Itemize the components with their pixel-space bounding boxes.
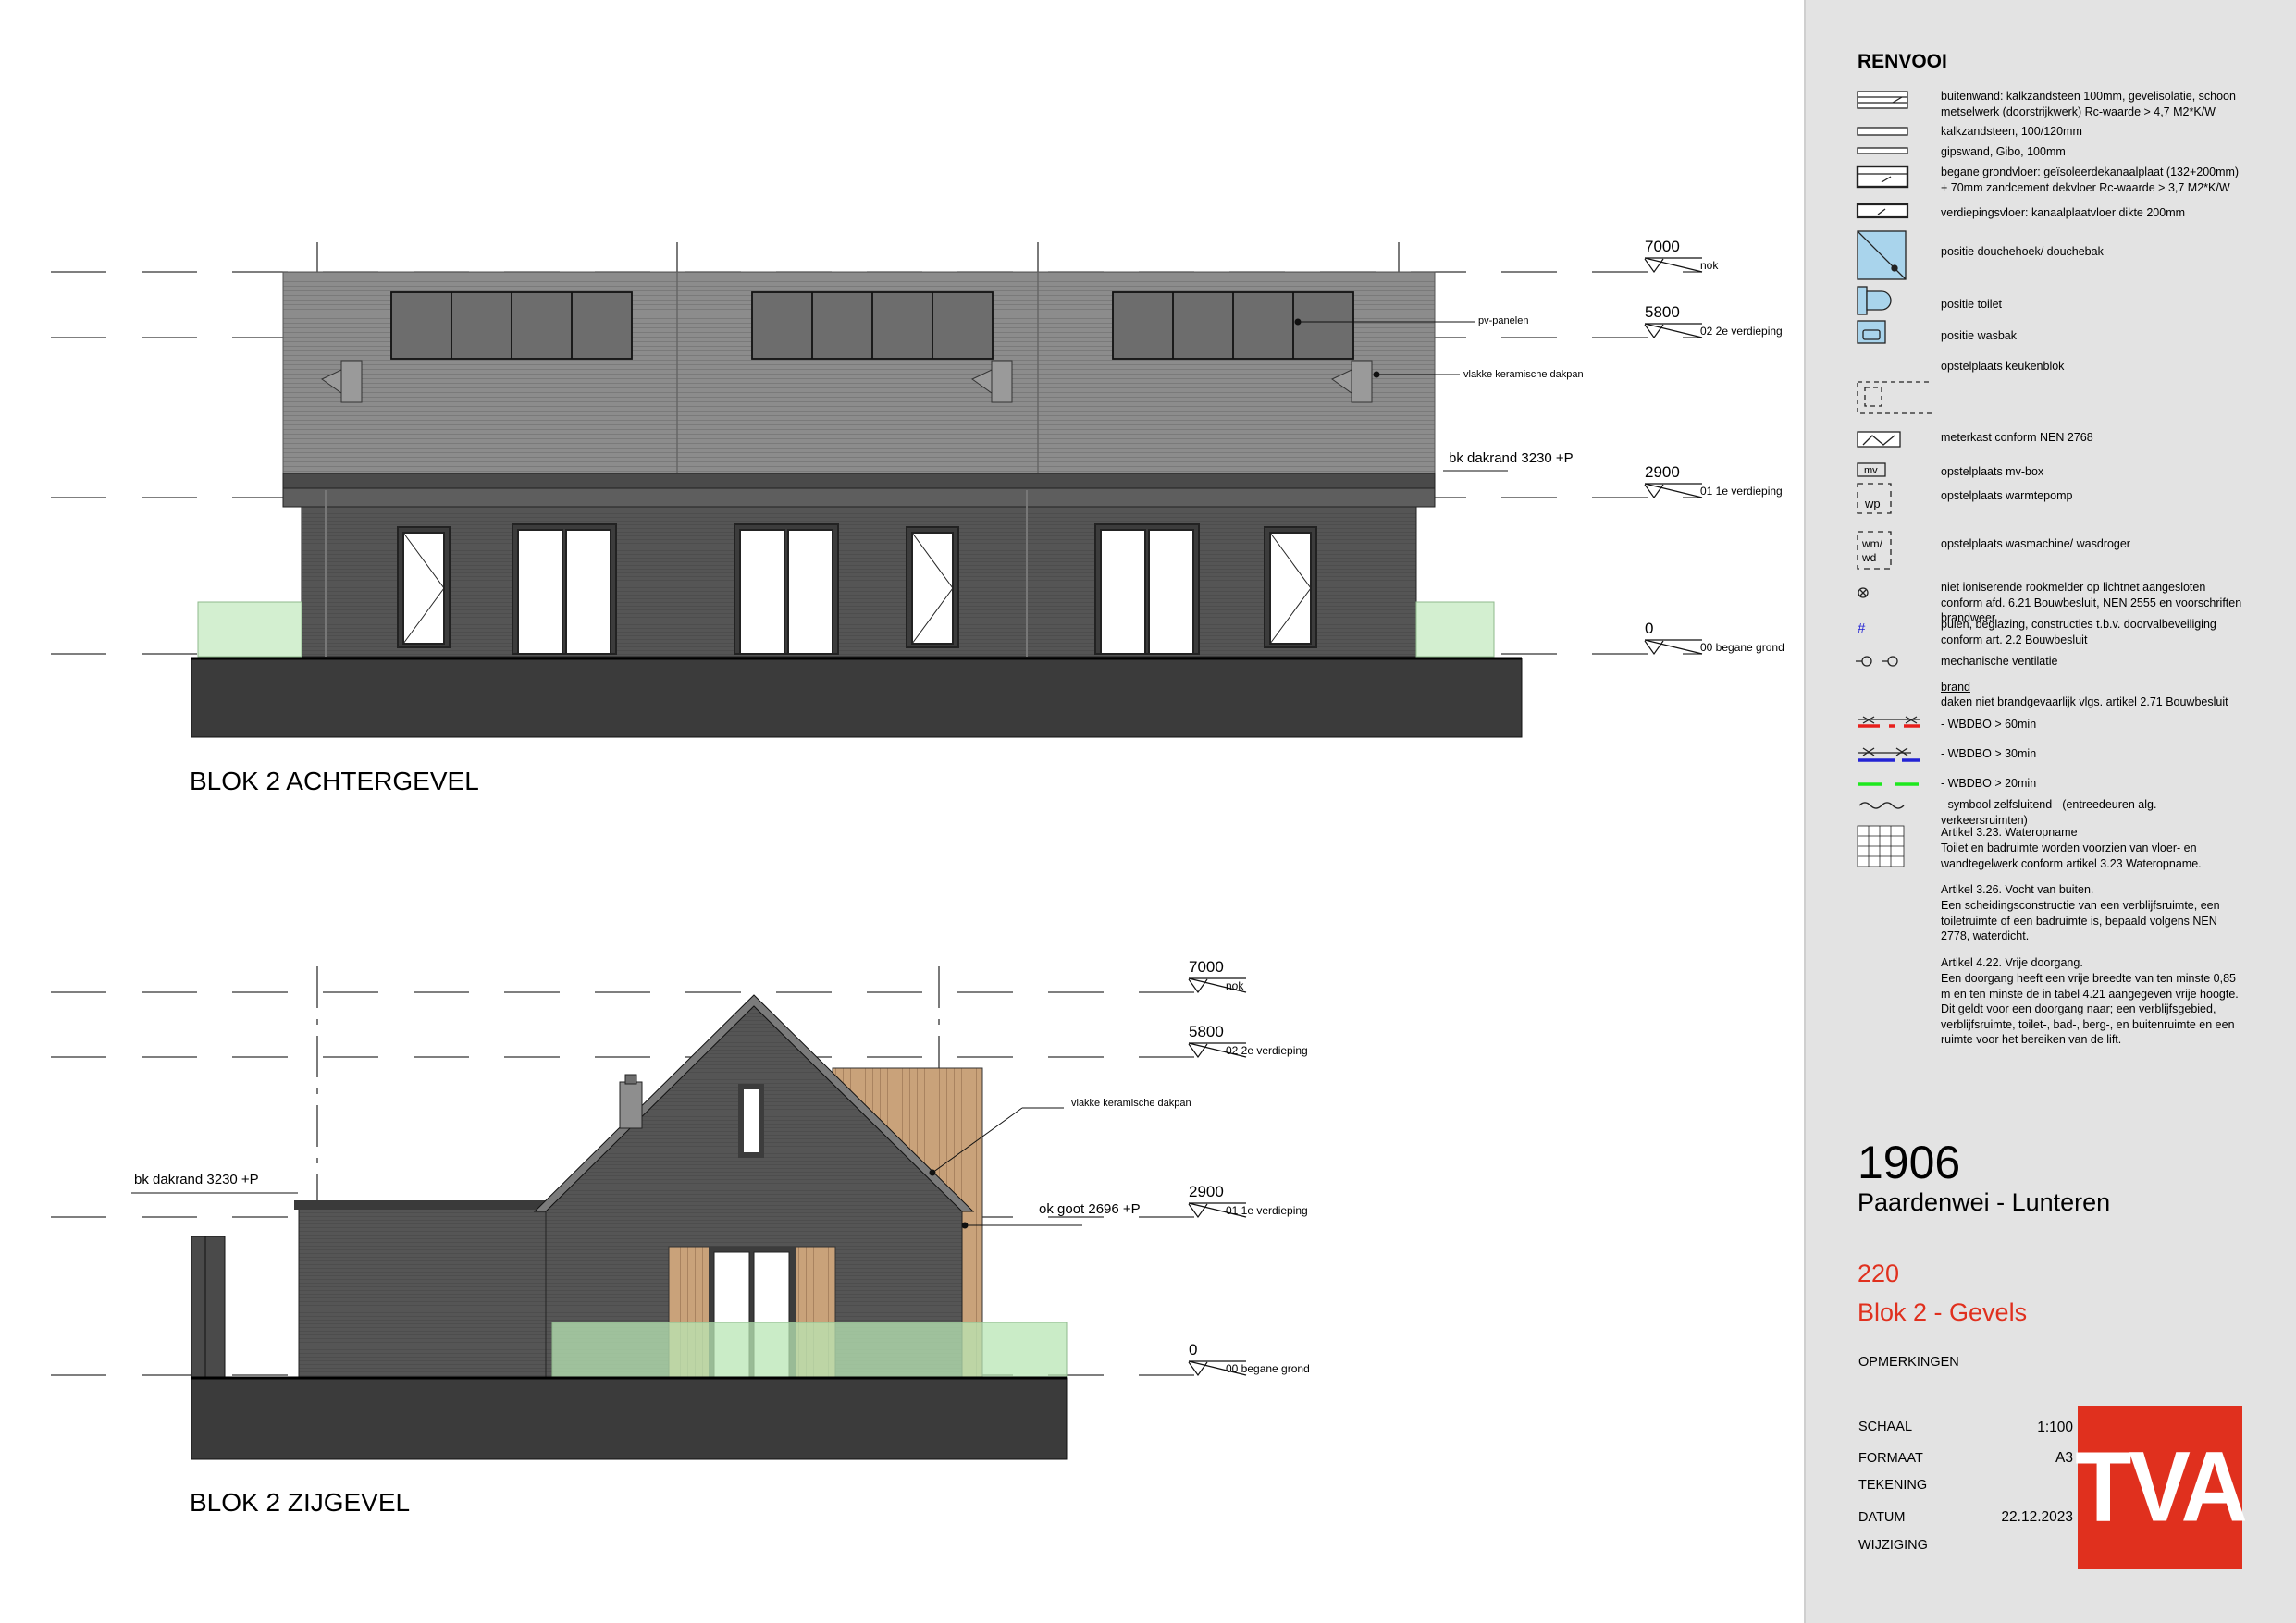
legend-wbdbo-60: - WBDBO > 60min — [1941, 718, 2037, 731]
side-ok-goot-label: ok goot 2696 +P — [1039, 1201, 1141, 1217]
side-level-7000-name: nok — [1226, 979, 1244, 992]
article-3-23-text: Toilet en badruimte worden voorzien van … — [1941, 842, 2202, 870]
project-number: 1906 — [1858, 1137, 1961, 1188]
side-roof-tiles-label: vlakke keramische dakpan — [1071, 1098, 1191, 1109]
legend-item-mv-box: opstelplaats mv-box — [1941, 465, 2044, 478]
rear-level-2900-name: 01 1e verdieping — [1700, 485, 1783, 498]
legend-item-verdiepingsvloer: verdiepingsvloer: kanaalplaatvloer dikte… — [1941, 206, 2186, 219]
keukenblok-symbol — [1857, 381, 1932, 414]
side-level-0: 0 — [1189, 1341, 1198, 1359]
zelfsluitend-symbol — [1858, 802, 1905, 809]
legend-item-meterkast: meterkast conform NEN 2768 — [1941, 431, 2093, 444]
legend-zelfsluitend: - symbool zelfsluitend - (entreedeuren a… — [1941, 798, 2157, 827]
legend-item-buitenwand: buitenwand: kalkzandsteen 100mm, gevelis… — [1941, 90, 2236, 118]
legend-item-douche: positie douchehoek/ douchebak — [1941, 245, 2104, 258]
pv-panels — [390, 291, 1354, 360]
side-foundation — [191, 1377, 1068, 1460]
side-level-0-name: 00 begane grond — [1226, 1362, 1310, 1375]
rear-bk-dakrand-label: bk dakrand 3230 +P — [1449, 450, 1574, 466]
article-4-22-text: Een doorgang heeft een vrije breedte van… — [1941, 972, 2239, 1046]
buitenwand-symbol — [1857, 91, 1908, 109]
legend-item-gipswand: gipswand, Gibo, 100mm — [1941, 145, 2066, 158]
hash-symbol-text: # — [1858, 621, 1866, 636]
article-3-26-text: Een scheidingsconstructie van een verbli… — [1941, 899, 2220, 942]
rear-level-2900: 2900 — [1645, 463, 1680, 481]
side-level-7000: 7000 — [1189, 958, 1224, 976]
rear-level-7000-name: nok — [1700, 259, 1719, 272]
side-level-5800: 5800 — [1189, 1023, 1224, 1040]
remarks-label: OPMERKINGEN — [1858, 1355, 1959, 1370]
drawing-title: Blok 2 - Gevels — [1858, 1298, 2028, 1326]
gipswand-symbol — [1857, 147, 1908, 154]
wasbak-symbol — [1857, 320, 1886, 344]
legend-brand-heading: brand — [1941, 681, 1970, 694]
field-value-formaat: A3 — [2055, 1450, 2073, 1466]
legend-item-ventilatie: mechanische ventilatie — [1941, 655, 2058, 668]
wd-symbol-text: wd — [1862, 551, 1877, 564]
meterkast-symbol — [1857, 431, 1901, 448]
rear-level-5800: 5800 — [1645, 303, 1680, 321]
legend-symbols — [1856, 91, 1932, 867]
rear-level-7000: 7000 — [1645, 238, 1680, 255]
side-fence — [191, 1236, 226, 1379]
field-value-schaal: 1:100 — [2037, 1420, 2073, 1435]
side-level-5800-name: 02 2e verdieping — [1226, 1044, 1308, 1057]
tva-logo: TVA — [2075, 1406, 2248, 1569]
rear-foundation — [191, 658, 1523, 738]
side-level-2900-name: 01 1e verdieping — [1226, 1204, 1308, 1217]
field-label-tekening: TEKENING — [1858, 1478, 1928, 1493]
side-bk-dakrand-label: bk dakrand 3230 +P — [134, 1172, 259, 1187]
verdiepingsvloer-symbol — [1856, 203, 1909, 219]
rear-level-0-name: 00 begane grond — [1700, 641, 1784, 654]
wp-symbol-text: wp — [1865, 497, 1881, 510]
legend-item-kalkzandsteen: kalkzandsteen, 100/120mm — [1941, 125, 2082, 138]
tva-logo-text: TVA — [2075, 1431, 2248, 1543]
glass-fence-right — [1415, 601, 1495, 658]
legend-item-wasbak: positie wasbak — [1941, 329, 2017, 342]
side-elevation-title: BLOK 2 ZIJGEVEL — [190, 1488, 411, 1517]
ventilatie-symbol — [1856, 656, 1898, 667]
legend-title: RENVOOI — [1858, 51, 1947, 72]
rear-level-5800-name: 02 2e verdieping — [1700, 325, 1783, 338]
legend-item-wasmachine: opstelplaats wasmachine/ wasdroger — [1941, 537, 2130, 550]
project-name: Paardenwei - Lunteren — [1858, 1188, 2111, 1216]
rear-level-0: 0 — [1645, 620, 1654, 637]
pv-panels-label: pv-panelen — [1478, 315, 1529, 326]
wbdbo-60-symbol — [1858, 716, 1920, 728]
toilet-symbol — [1857, 286, 1892, 315]
tegelwerk-symbol — [1857, 825, 1905, 867]
wm-symbol-text: wm/ — [1862, 537, 1882, 550]
article-4-22-title: Artikel 4.22. Vrije doorgang. — [1941, 956, 2083, 969]
field-label-wijziging: WIJZIGING — [1858, 1538, 1928, 1553]
kalkzandsteen-symbol — [1857, 127, 1908, 136]
rear-roof-tiles-label: vlakke keramische dakpan — [1463, 369, 1584, 380]
glass-fence-left — [197, 601, 302, 658]
legend-item-grondvloer: begane grondvloer: geïsoleerdekanaalplaa… — [1941, 166, 2240, 194]
legend-item-keukenblok: opstelplaats keukenblok — [1941, 360, 2065, 373]
field-label-schaal: SCHAAL — [1858, 1420, 1913, 1434]
legend-item-toilet: positie toilet — [1941, 298, 2003, 311]
legend-wbdbo-30: - WBDBO > 30min — [1941, 747, 2037, 760]
legend-item-warmtepomp: opstelplaats warmtepomp — [1941, 489, 2073, 502]
legend-item-doorvalbeveiliging: puien, beglazing, constructies t.b.v. do… — [1941, 618, 2216, 646]
field-value-datum: 22.12.2023 — [2001, 1509, 2073, 1525]
legend-wbdbo-20: - WBDBO > 20min — [1941, 777, 2037, 790]
mv-symbol-text: mv — [1864, 465, 1878, 476]
rookmelder-symbol — [1858, 587, 1869, 598]
drawing-number: 220 — [1858, 1260, 1900, 1287]
article-3-26-title: Artikel 3.26. Vocht van buiten. — [1941, 883, 2094, 896]
wbdbo-30-symbol — [1858, 747, 1920, 762]
rear-elevation — [51, 242, 1703, 738]
legend-brand-note: daken niet brandgevaarlijk vlgs. artikel… — [1941, 695, 2228, 708]
glass-balustrade — [551, 1322, 1068, 1379]
side-level-2900: 2900 — [1189, 1183, 1224, 1200]
field-label-formaat: FORMAAT — [1858, 1451, 1923, 1466]
field-label-datum: DATUM — [1858, 1510, 1906, 1525]
douche-symbol — [1857, 230, 1907, 280]
grondvloer-symbol — [1856, 165, 1909, 189]
article-3-23-title: Artikel 3.23. Wateropname — [1941, 826, 2078, 839]
rear-elevation-title: BLOK 2 ACHTERGEVEL — [190, 767, 479, 795]
rear-brick-wall — [301, 506, 1417, 658]
